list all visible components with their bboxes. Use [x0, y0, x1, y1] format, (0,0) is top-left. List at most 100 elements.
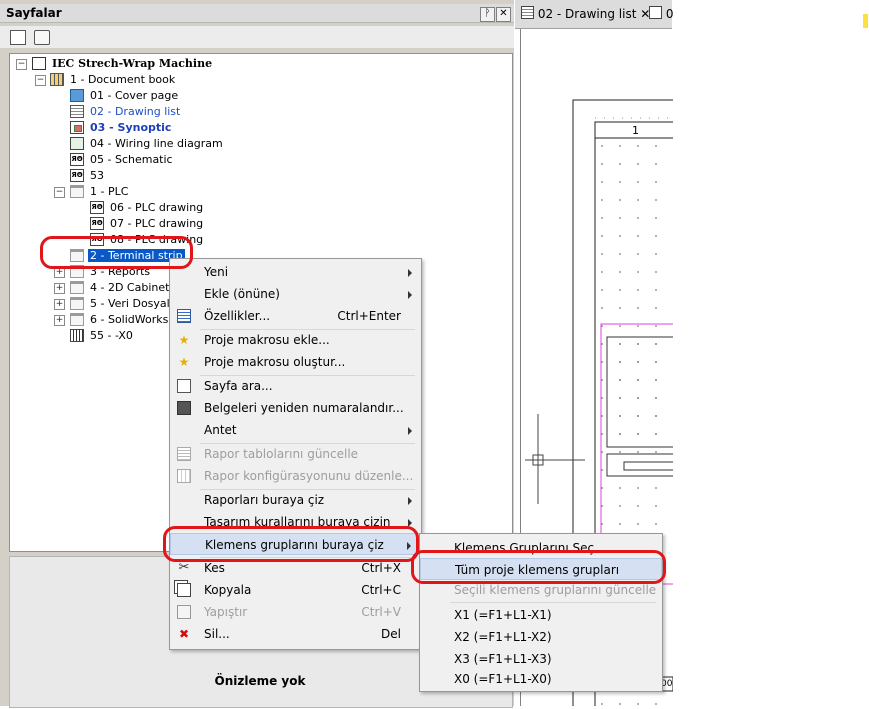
menu-item-label: Kopyala	[204, 583, 252, 597]
tab-second[interactable]: 0	[649, 4, 673, 24]
menu-item-label: Proje makrosu ekle...	[204, 333, 330, 347]
submenu-arrow-icon	[408, 291, 412, 299]
menu-item-label: Rapor tablolarını güncelle	[204, 447, 359, 461]
star-icon: ★	[178, 355, 190, 369]
menu-item-label: Ekle (önüne)	[204, 287, 280, 301]
terminal-strip-icon	[70, 329, 84, 342]
menu-item-kopyala[interactable]: Kopyala Ctrl+C	[170, 579, 421, 601]
schematic-icon: ЯΘ	[70, 169, 84, 182]
menu-item-label: Raporları buraya çiz	[204, 493, 325, 507]
submenu-item-label: X1 (=F1+L1-X1)	[454, 608, 552, 622]
synoptic-icon	[70, 121, 84, 134]
menu-item-ekle[interactable]: Ekle (önüne)	[170, 283, 421, 305]
collapse-icon[interactable]: −	[35, 75, 46, 86]
menu-item-label: Özellikler...	[204, 309, 271, 323]
page-view-icon[interactable]	[10, 30, 26, 45]
synoptic-icon	[649, 6, 662, 19]
book-icon	[50, 73, 64, 86]
menu-item-label: Sil...	[204, 627, 230, 641]
drawing-list-icon	[521, 6, 534, 19]
close-panel-icon[interactable]: ✕	[496, 7, 511, 22]
folder-icon	[70, 297, 84, 310]
folder-label: 1 - PLC	[90, 185, 129, 198]
menu-item-label: Belgeleri yeniden numaralandır...	[204, 401, 404, 415]
accent-marker	[863, 14, 868, 28]
menu-item-rapor-tablolari[interactable]: Rapor tablolarını güncelle	[170, 443, 421, 465]
expand-icon[interactable]: +	[54, 283, 65, 294]
schematic-icon: ЯΘ	[90, 201, 104, 214]
book-label: 1 - Document book	[70, 73, 176, 86]
folder-icon	[70, 185, 84, 198]
menu-item-label: Yapıştır	[204, 605, 248, 619]
submenu-item-label: X3 (=F1+L1-X3)	[454, 652, 552, 666]
menu-item-shortcut: Ctrl+Enter	[337, 309, 401, 323]
folder-icon	[70, 281, 84, 294]
renumber-icon	[177, 401, 191, 415]
menu-item-sayfa-ara[interactable]: Sayfa ara...	[170, 375, 421, 397]
project-icon	[32, 57, 46, 70]
menu-item-shortcut: Del	[381, 627, 401, 641]
submenu-item-x2[interactable]: X2 (=F1+L1-X2)	[420, 626, 662, 648]
delete-icon: ✖	[178, 627, 190, 641]
tree-item-label: 53	[90, 169, 104, 182]
document-tab-bar: 02 - Drawing list ✕ 0	[515, 0, 673, 29]
tree-item-label: 06 - PLC drawing	[110, 201, 204, 214]
submenu-arrow-icon	[408, 269, 412, 277]
report-table-icon	[177, 447, 191, 461]
copy-icon	[177, 583, 191, 597]
pin-icon[interactable]: ᚹ	[480, 7, 495, 22]
tree-item-label: 02 - Drawing list	[90, 105, 181, 118]
menu-item-yeni[interactable]: Yeni	[170, 261, 421, 283]
menu-item-proje-makrosu-ekle[interactable]: ★ Proje makrosu ekle...	[170, 329, 421, 351]
menu-item-label: Proje makrosu oluştur...	[204, 355, 346, 369]
collapse-icon[interactable]: −	[54, 187, 65, 198]
menu-item-ozellikler[interactable]: Özellikler... Ctrl+Enter	[170, 305, 421, 327]
tab-label: 02 - Drawing list	[537, 7, 637, 21]
submenu-item-x0[interactable]: X0 (=F1+L1-X0)	[420, 668, 662, 690]
expand-icon[interactable]: +	[54, 315, 65, 326]
submenu-item-x3[interactable]: X3 (=F1+L1-X3)	[420, 648, 662, 670]
menu-item-raporlari-ciz[interactable]: Raporları buraya çiz	[170, 489, 421, 511]
submenu-arrow-icon	[408, 497, 412, 505]
submenu-item-label: X0 (=F1+L1-X0)	[454, 672, 552, 686]
menu-item-label: Sayfa ara...	[204, 379, 273, 393]
folder-label: 5 - Veri Dosyalar	[90, 297, 181, 310]
drawing-list-icon	[70, 105, 84, 118]
tree-item-label: 01 - Cover page	[90, 89, 179, 102]
expand-icon[interactable]: +	[54, 299, 65, 310]
panel-toolbar	[0, 26, 514, 48]
collapse-icon[interactable]: −	[16, 59, 27, 70]
search-page-icon	[177, 379, 191, 393]
tab-drawing-list[interactable]: 02 - Drawing list ✕	[521, 4, 650, 24]
highlight-ring-tum-proje	[411, 550, 666, 584]
highlight-ring-terminal-strip	[40, 236, 193, 269]
star-icon: ★	[178, 333, 190, 347]
project-label: IEC Strech-Wrap Machine	[52, 57, 213, 70]
menu-item-label: Antet	[204, 423, 237, 437]
menu-item-label: Rapor konfigürasyonunu düzenle...	[204, 469, 414, 483]
layout-view-icon[interactable]	[34, 30, 50, 45]
cover-page-icon	[70, 89, 84, 102]
menu-item-antet[interactable]: Antet	[170, 419, 421, 441]
tab-label: 0	[665, 7, 674, 21]
paste-icon	[177, 605, 191, 619]
tree-item-label: 55 - -X0	[90, 329, 133, 342]
tree-item-label: 05 - Schematic	[90, 153, 173, 166]
highlight-ring-klemens-menu	[163, 526, 419, 562]
schematic-icon: ЯΘ	[90, 217, 104, 230]
menu-item-yapistir[interactable]: Yapıştır Ctrl+V	[170, 601, 421, 623]
tree-item-label: 03 - Synoptic	[90, 121, 172, 134]
menu-separator	[450, 602, 656, 603]
folder-icon	[70, 313, 84, 326]
menu-item-proje-makrosu-olustur[interactable]: ★ Proje makrosu oluştur...	[170, 351, 421, 373]
menu-item-yeniden-numaralandir[interactable]: Belgeleri yeniden numaralandır...	[170, 397, 421, 419]
tree-item-label: 07 - PLC drawing	[110, 217, 204, 230]
menu-item-label: Yeni	[204, 265, 229, 279]
menu-item-rapor-konfigurasyon[interactable]: Rapor konfigürasyonunu düzenle...	[170, 465, 421, 487]
report-config-icon	[177, 469, 191, 483]
submenu-item-x1[interactable]: X1 (=F1+L1-X1)	[420, 604, 662, 626]
properties-icon	[177, 309, 191, 323]
panel-title: Sayfalar	[6, 6, 62, 20]
submenu-arrow-icon	[408, 427, 412, 435]
menu-item-sil[interactable]: ✖ Sil... Del	[170, 623, 421, 645]
